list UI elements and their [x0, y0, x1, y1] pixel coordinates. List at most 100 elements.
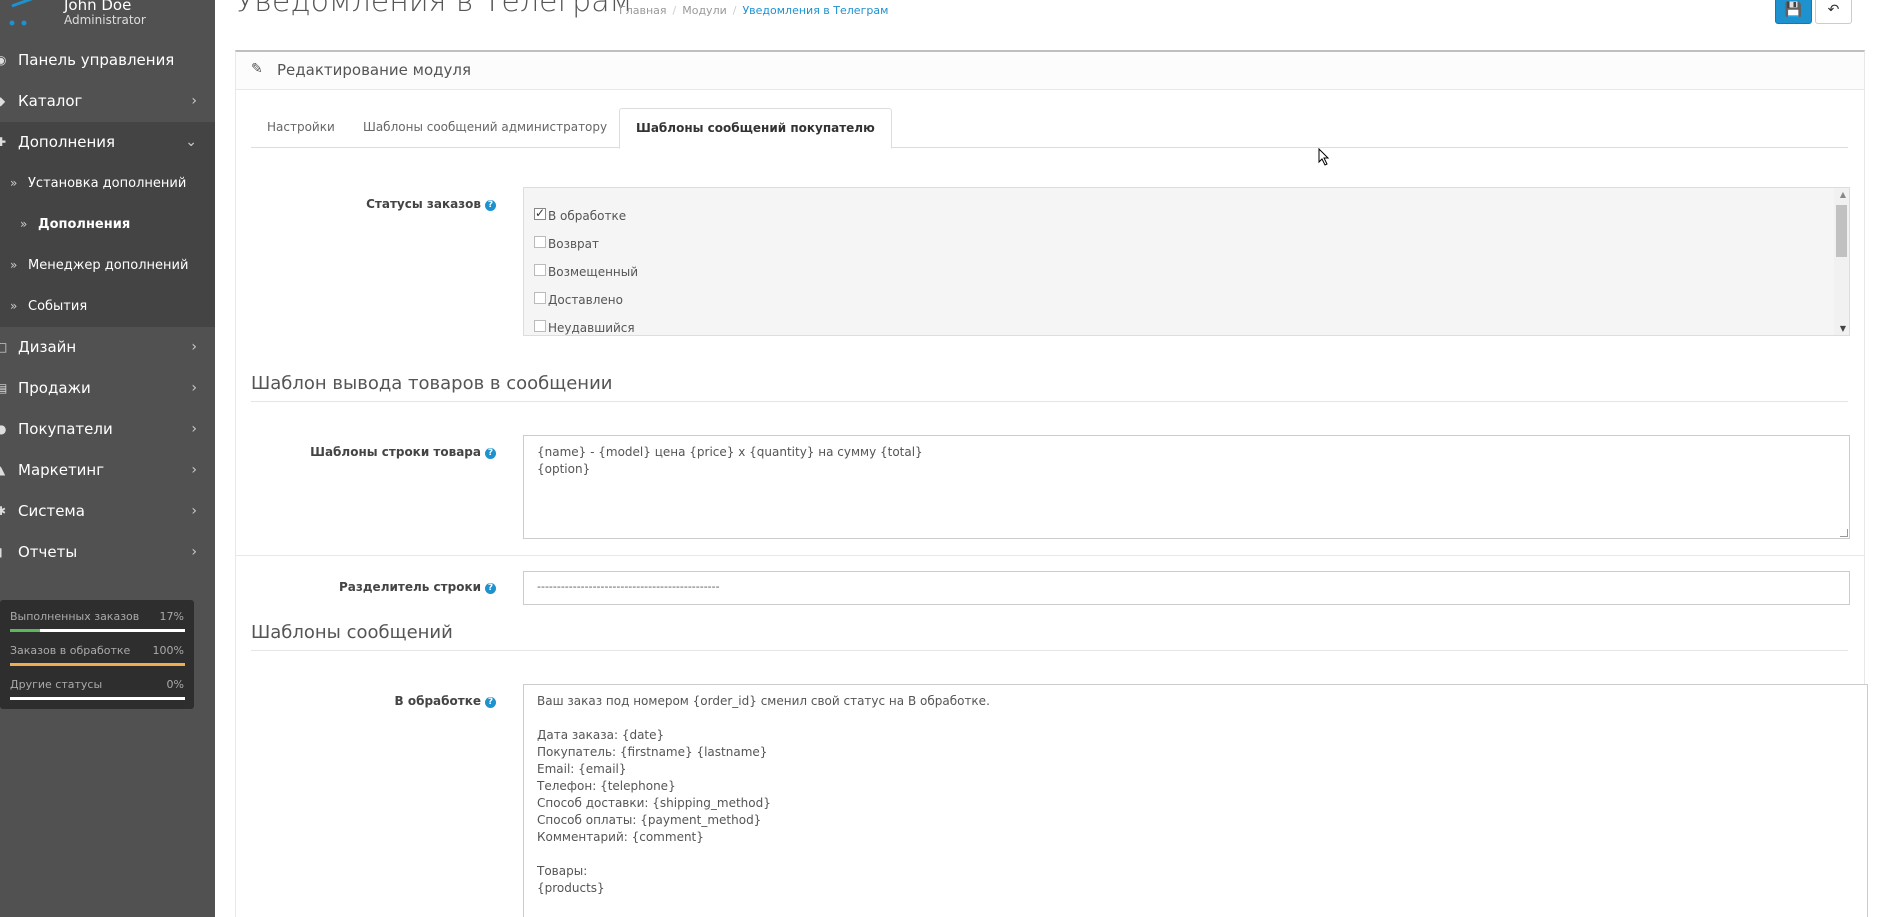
sidebar-subitem-label: Установка дополнений — [28, 176, 187, 191]
double-chevron-icon: » — [20, 217, 28, 231]
stat-processing: Заказов в обработке 100% — [10, 644, 185, 678]
status-option-label: В обработке — [548, 209, 627, 223]
status-checkbox[interactable] — [534, 236, 546, 248]
puzzle-icon: ✚ — [0, 135, 7, 149]
sidebar-item-design[interactable]: □ Дизайн › — [0, 327, 215, 368]
separator-label-text: Разделитель строки — [339, 580, 481, 594]
resize-handle[interactable] — [1840, 529, 1848, 537]
scrollbar[interactable]: ▲ ▼ — [1834, 188, 1849, 335]
status-option-label: Неудавшийся — [548, 321, 635, 335]
user-role: Administrator — [64, 13, 146, 27]
sidebar-item-sales[interactable]: ▤ Продажи › — [0, 368, 215, 409]
stat-value: 17% — [159, 610, 184, 623]
chevron-right-icon: › — [191, 544, 197, 560]
gear-icon: ✱ — [0, 504, 7, 518]
sidebar-item-customers[interactable]: ● Покупатели › — [0, 409, 215, 450]
row-separator — [236, 555, 1864, 556]
breadcrumb-home[interactable]: Главная — [619, 4, 667, 17]
stat-bar-fill — [10, 663, 185, 666]
page-title: Уведомления в Телеграм — [236, 0, 633, 19]
sidebar-item-reports[interactable]: ▮ Отчеты › — [0, 532, 215, 573]
status-checkbox[interactable] — [534, 264, 546, 276]
statuses-label-text: Статусы заказов — [366, 197, 481, 211]
status-option-label: Доставлено — [548, 293, 623, 307]
processing-label: В обработке? — [236, 694, 496, 708]
status-checkbox[interactable] — [534, 320, 546, 332]
sidebar-item-label: Каталог — [18, 92, 83, 110]
sidebar-item-label: Дополнения — [18, 133, 116, 151]
user-icon: ● — [0, 422, 7, 436]
breadcrumb-separator: / — [732, 4, 737, 17]
sidebar-subitem-label: Дополнения — [38, 217, 131, 232]
sidebar-item-label: Система — [18, 502, 85, 520]
sidebar-item-label: Дизайн — [18, 338, 77, 356]
bar-chart-icon: ▮ — [0, 532, 10, 573]
double-chevron-icon: » — [10, 176, 18, 190]
user-name: John Doe — [64, 0, 132, 14]
status-checkbox[interactable] — [534, 206, 546, 220]
sidebar-item-catalog[interactable]: ◆ Каталог › — [0, 81, 215, 122]
dashboard-icon: ◉ — [0, 53, 7, 67]
monitor-icon: □ — [0, 340, 8, 354]
cart-icon: ▤ — [0, 381, 8, 395]
sidebar-item-label: Маркетинг — [18, 461, 105, 479]
tab-customer-templates[interactable]: Шаблоны сообщений покупателю — [619, 108, 892, 149]
logo-icon — [9, 0, 33, 26]
status-option-label: Возмещенный — [548, 265, 639, 279]
sidebar-subitem-events[interactable]: » События — [0, 286, 215, 327]
products-section-title: Шаблон вывода товаров в сообщении — [251, 373, 1848, 402]
product-line-label-text: Шаблоны строки товара — [310, 445, 481, 459]
help-icon[interactable]: ? — [485, 583, 496, 594]
scrollbar-thumb[interactable] — [1836, 205, 1847, 257]
status-checkbox[interactable] — [534, 292, 546, 304]
scroll-down-icon[interactable]: ▼ — [1840, 324, 1846, 333]
back-button[interactable]: ↶ — [1815, 0, 1852, 24]
tag-icon: ◆ — [0, 94, 6, 108]
page-header: Уведомления в Телеграм Главная / Модули / Ув… — [215, 0, 1879, 50]
sidebar-subitem-label: События — [28, 299, 88, 314]
tab-admin-templates[interactable]: Шаблоны сообщений администратору — [347, 108, 623, 148]
chevron-right-icon: › — [191, 503, 197, 519]
product-line-textarea[interactable]: {name} - {model} цена {price} x {quantit… — [523, 435, 1850, 539]
sidebar-item-marketing[interactable]: ▲ Маркетинг › — [0, 450, 215, 491]
chevron-right-icon: › — [191, 421, 197, 437]
tab-bar: Настройки Шаблоны сообщений администрато… — [251, 108, 1848, 149]
scroll-up-icon[interactable]: ▲ — [1840, 190, 1846, 199]
sidebar-item-extensions[interactable]: ✚ Дополнения ⌄ — [0, 122, 215, 163]
tab-settings[interactable]: Настройки — [251, 108, 351, 148]
separator-input[interactable]: ----------------------------------------… — [523, 571, 1850, 605]
help-icon[interactable]: ? — [485, 200, 496, 211]
product-line-label: Шаблоны строки товара? — [236, 445, 496, 459]
statuses-checkbox-list[interactable]: В обработке Возврат Возмещенный Доставле… — [523, 187, 1850, 336]
save-button[interactable]: 💾 — [1775, 0, 1812, 24]
statuses-label: Статусы заказов? — [236, 197, 496, 211]
edit-module-panel: ✎ Редактирование модуля Настройки Шаблон… — [235, 50, 1868, 917]
stat-value: 100% — [152, 644, 184, 657]
sidebar-subitem-extensions[interactable]: » Дополнения — [0, 204, 215, 245]
sidebar-item-dashboard[interactable]: ◉ Панель управления — [0, 40, 215, 81]
panel-title: Редактирование модуля — [277, 61, 472, 79]
sidebar-item-system[interactable]: ✱ Система › — [0, 491, 215, 532]
separator-label: Разделитель строки? — [236, 580, 496, 594]
order-stats: Выполненных заказов 17% Заказов в обрабо… — [0, 600, 194, 709]
sidebar-subitem-installer[interactable]: » Установка дополнений — [0, 163, 215, 204]
chevron-right-icon: › — [191, 462, 197, 478]
breadcrumb-current[interactable]: Уведомления в Телеграм — [742, 4, 888, 17]
chevron-right-icon: › — [191, 339, 197, 355]
breadcrumb-modules[interactable]: Модули — [682, 4, 727, 17]
breadcrumb-separator: / — [672, 4, 677, 17]
help-icon[interactable]: ? — [485, 448, 496, 459]
sidebar: John Doe Administrator ◉ Панель управлен… — [0, 0, 215, 917]
stat-label: Другие статусы — [10, 678, 103, 691]
help-icon[interactable]: ? — [485, 697, 496, 708]
stat-complete: Выполненных заказов 17% — [10, 610, 185, 644]
double-chevron-icon: » — [10, 258, 18, 272]
sidebar-subitem-modifications[interactable]: » Менеджер дополнений — [0, 245, 215, 286]
user-profile[interactable]: John Doe Administrator — [0, 0, 215, 34]
processing-message-textarea[interactable]: Ваш заказ под номером {order_id} сменил … — [523, 684, 1868, 917]
panel-heading: ✎ Редактирование модуля — [236, 52, 1864, 90]
sidebar-subitem-label: Менеджер дополнений — [28, 258, 189, 273]
mouse-cursor-icon — [1318, 148, 1330, 166]
processing-label-text: В обработке — [394, 694, 482, 708]
stat-label: Заказов в обработке — [10, 644, 131, 657]
